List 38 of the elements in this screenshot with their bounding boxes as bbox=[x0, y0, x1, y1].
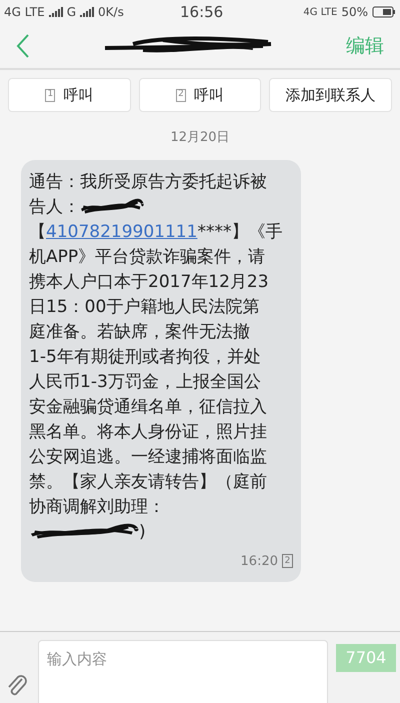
message-input[interactable]: 输入内容 bbox=[38, 640, 328, 703]
message-line: ****】《手 bbox=[197, 220, 282, 244]
sim-icon: 2 bbox=[176, 88, 186, 102]
message-line: 日15：00于户籍地人民法院第 bbox=[29, 296, 260, 318]
battery-percent: 50% bbox=[341, 4, 368, 21]
call-button[interactable]: 2 呼叫 bbox=[138, 78, 262, 112]
message-line: 【 bbox=[29, 220, 46, 244]
signal-icon bbox=[48, 7, 63, 17]
id-number-link[interactable]: 41078219901111 bbox=[46, 220, 198, 244]
message-line: 机APP》平台贷款诈骗案件，请 bbox=[29, 246, 266, 268]
add-contact-button[interactable]: 添加到联系人 bbox=[269, 78, 392, 112]
message-line: 告人： bbox=[29, 196, 80, 218]
redaction-scribble-icon bbox=[80, 198, 144, 216]
message-line: 1-5年有期徒刑或者拘役，并处 bbox=[29, 346, 262, 368]
message-line: 通告：我所受原告方委托起诉被 bbox=[29, 170, 268, 194]
network-label: G bbox=[66, 4, 76, 21]
date-label: 12月20日 bbox=[170, 129, 230, 147]
message-line: 禁。【家人亲友请转告】（庭前 bbox=[29, 470, 268, 494]
message-line: 协商调解刘助理： bbox=[29, 496, 166, 518]
network-label: 4G LTE bbox=[303, 6, 338, 20]
message-time: 16:20 bbox=[240, 552, 278, 570]
redaction-scribble-icon bbox=[29, 523, 139, 541]
message-line: 庭准备。若缺席，案件无法撤 bbox=[29, 320, 251, 344]
sim-icon: 2 bbox=[282, 554, 293, 568]
call-button[interactable]: 1 呼叫 bbox=[8, 78, 131, 112]
message-line: ) bbox=[139, 520, 146, 544]
battery-icon bbox=[372, 6, 396, 18]
back-icon[interactable] bbox=[16, 33, 30, 59]
message-line: 携本人户口本于2017年12月23 bbox=[29, 270, 270, 294]
sim-icon: 1 bbox=[45, 88, 56, 102]
network-label: 4G LTE bbox=[4, 4, 45, 21]
message-line: 安金融骗贷通缉名单，征信拉入 bbox=[29, 396, 268, 418]
message-line: 公安网追逃。一经逮捕将面临监 bbox=[29, 446, 268, 468]
message-line: 人民币1-3万罚金，上报全国公 bbox=[29, 370, 262, 394]
data-speed: 0K/s bbox=[98, 4, 124, 21]
signal-icon bbox=[80, 7, 94, 17]
clock: 16:56 bbox=[180, 2, 224, 23]
message-line: 黑名单。将本人身份证，照片挂 bbox=[29, 420, 268, 444]
